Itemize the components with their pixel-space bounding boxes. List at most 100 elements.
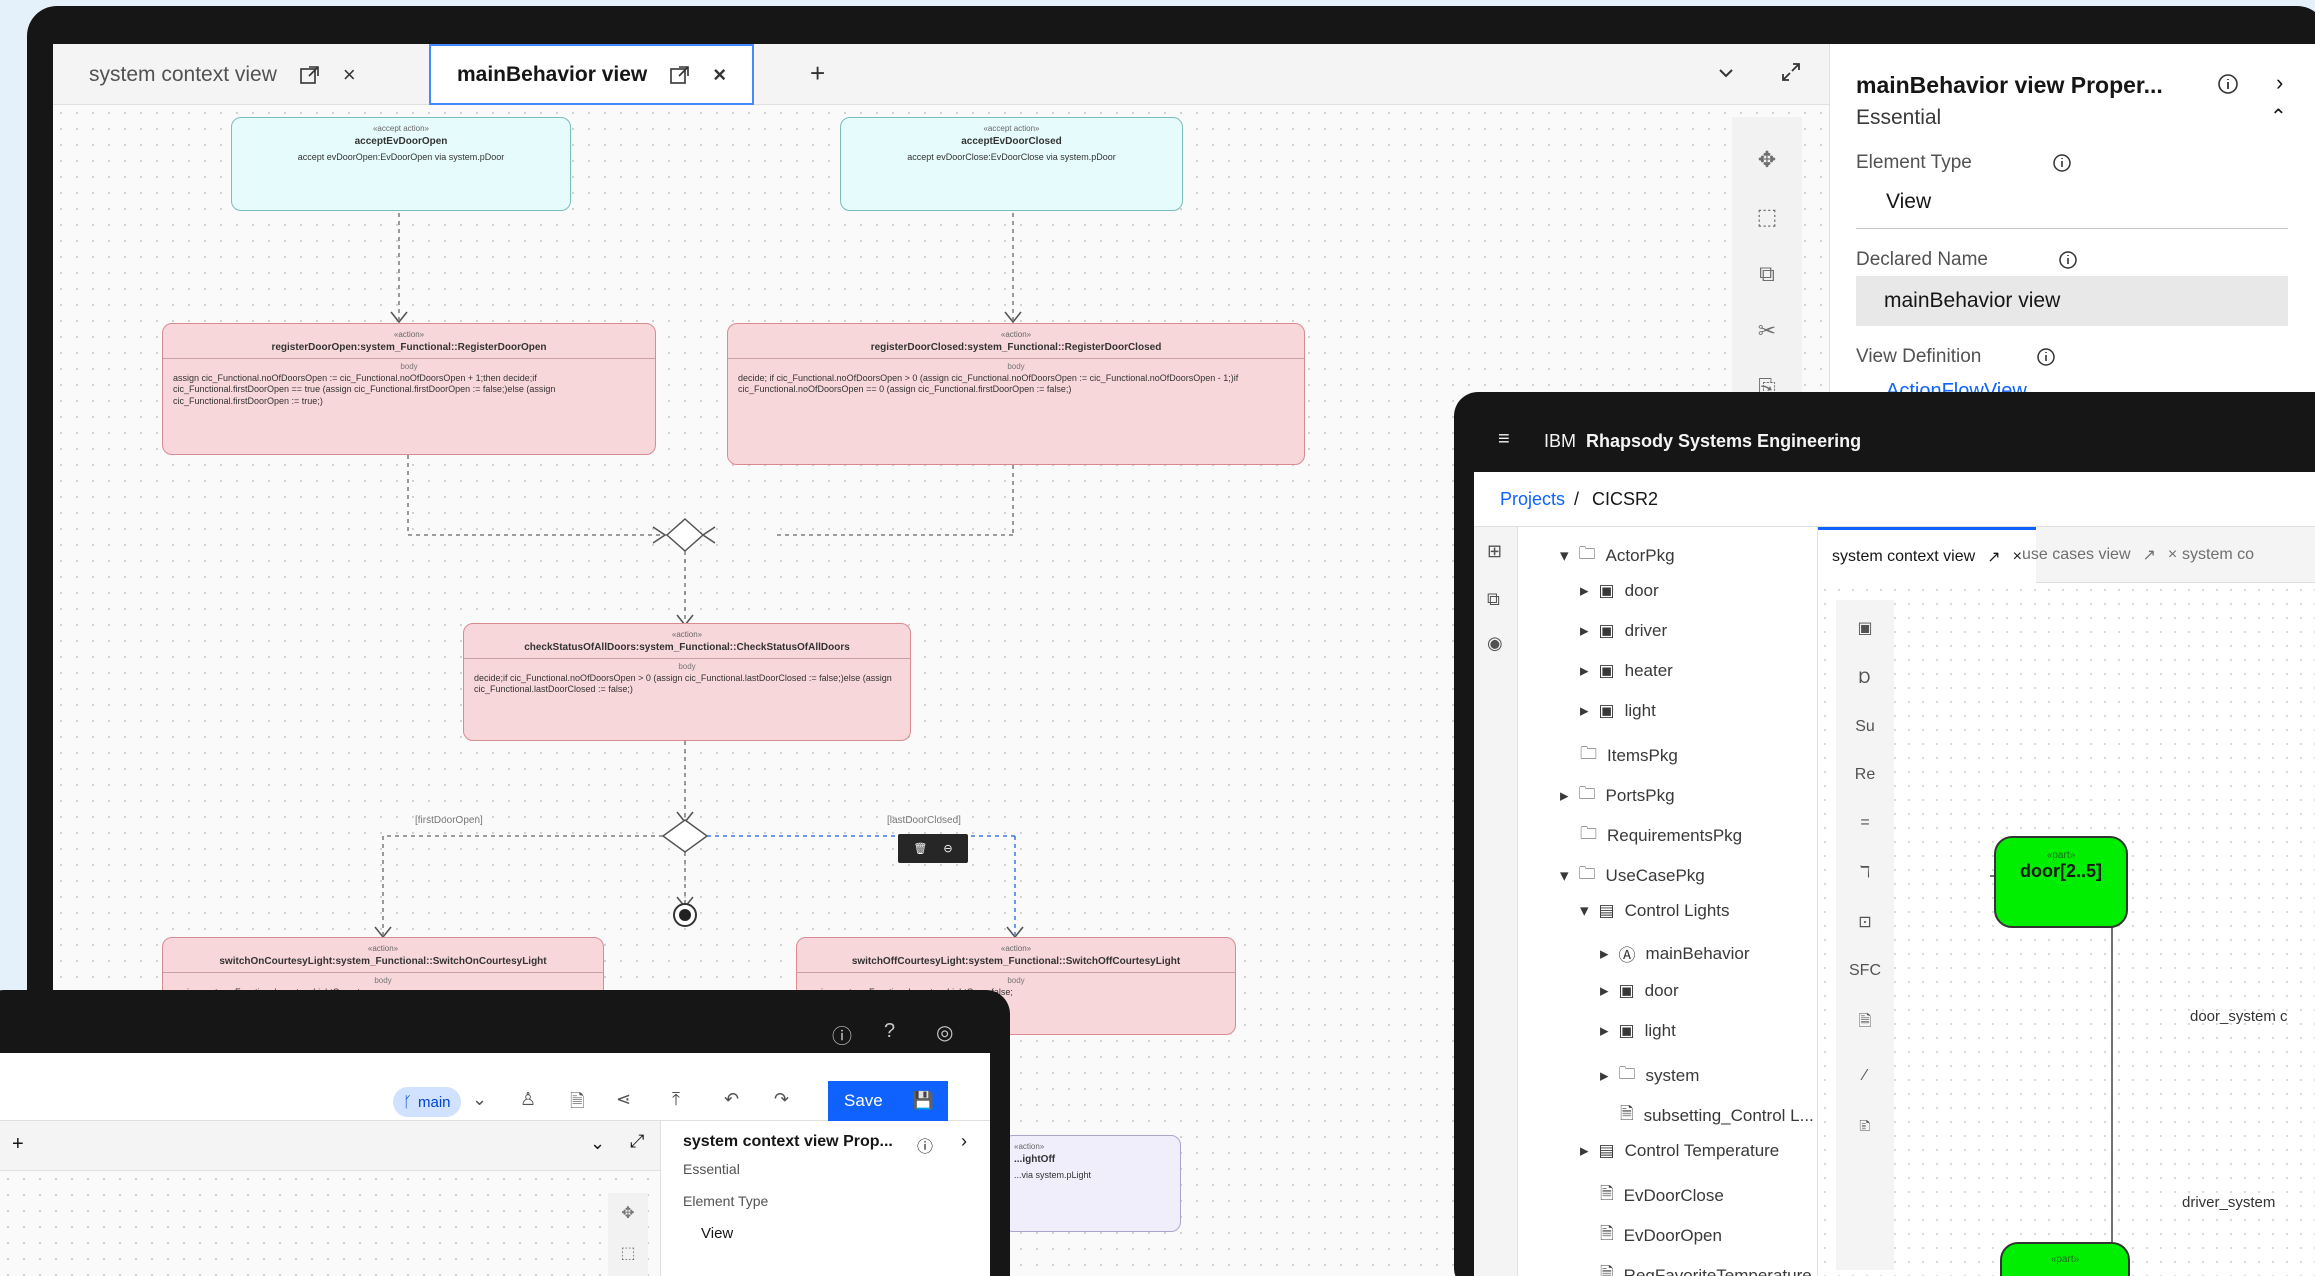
info-icon[interactable]: ⓘ	[917, 1133, 933, 1157]
caret-right-icon[interactable]: ▸	[1600, 981, 1609, 1001]
tree-item-evdoorclose[interactable]: 🗎 EvDoorClose	[1600, 1181, 1724, 1210]
equals-tool-icon[interactable]: =	[1860, 814, 1869, 832]
maximize-icon[interactable]	[1779, 60, 1803, 84]
chevron-right-icon[interactable]: ›	[2276, 70, 2283, 96]
upload-icon[interactable]: ⤒	[672, 1089, 680, 1110]
tree-item-subsetting[interactable]: 🗎 subsetting_Control L...	[1620, 1101, 1814, 1130]
tree-item-requirementspkg[interactable]: 🗀 RequirementsPkg	[1580, 821, 1742, 850]
tree-item-mainbehavior[interactable]: ▸ ⒶmainBehavior	[1600, 941, 1750, 966]
tree-item-actorpkg[interactable]: ▾ 🗀 ActorPkg	[1560, 541, 1675, 570]
user-avatar-icon[interactable]: ◎	[936, 1020, 953, 1045]
branch-selector[interactable]: ᚴ main	[393, 1087, 461, 1117]
close-tab-icon[interactable]: ×	[343, 62, 356, 88]
add-tab-button[interactable]: +	[12, 1133, 24, 1156]
tab-system-context-view-2[interactable]: system co	[2168, 527, 2268, 583]
note-tool-icon[interactable]: 🗈	[1859, 1115, 1871, 1142]
caret-right-icon[interactable]: ▸	[1580, 661, 1589, 681]
close-tab-icon[interactable]: ×	[713, 62, 726, 88]
accept-action-node[interactable]: «accept action» acceptEvDoorOpen accept …	[231, 117, 571, 211]
tab-system-context-view[interactable]: system context view ×	[63, 44, 382, 105]
document-icon[interactable]: 🗎	[570, 1089, 584, 1119]
chevron-right-icon[interactable]: ›	[961, 1131, 967, 1152]
add-tab-button[interactable]: +	[810, 58, 825, 89]
action-node[interactable]: «action» checkStatusOfAllDoors:system_Fu…	[463, 623, 911, 741]
item-tool-icon[interactable]: ⊡	[1858, 912, 1871, 932]
info-icon[interactable]	[2216, 72, 2240, 96]
tree-item-evdooropen[interactable]: 🗎 EvDoorOpen	[1600, 1221, 1722, 1250]
part-driver[interactable]: «part»	[2000, 1242, 2130, 1276]
document-tool-icon[interactable]: 🗎	[1859, 1010, 1872, 1037]
caret-down-icon[interactable]: ▾	[1560, 546, 1569, 566]
maximize-icon[interactable]: ⤢	[630, 1131, 644, 1152]
caret-right-icon[interactable]: ▸	[1600, 944, 1609, 964]
action-node[interactable]: «action» registerDoorOpen:system_Functio…	[162, 323, 656, 455]
connector-toolbar[interactable]: 🗑 ⊖	[898, 834, 968, 863]
connector-tool-icon[interactable]: ⁄	[1864, 1067, 1867, 1085]
tree-item-control-lights[interactable]: ▾ ▤ Control Lights	[1580, 901, 1730, 921]
chevron-down-icon[interactable]: ⌄	[590, 1133, 605, 1154]
port-tool-icon[interactable]: Ɒ	[1859, 668, 1872, 688]
caret-down-icon[interactable]: ▾	[1580, 901, 1589, 921]
tree-item-light[interactable]: ▸ ▣ light	[1580, 701, 1656, 721]
tree-item-itemspkg[interactable]: 🗀 ItemsPkg	[1580, 741, 1678, 770]
info-icon[interactable]	[2052, 153, 2072, 173]
share-icon[interactable]: ⋖	[616, 1089, 631, 1110]
tab-use-cases-view[interactable]: use cases view ↗ ×	[2008, 527, 2191, 583]
caret-down-icon[interactable]: ▾	[1560, 866, 1569, 886]
chevron-down-icon[interactable]	[1715, 62, 1737, 84]
tree-item-door[interactable]: ▸ ▣ door	[1580, 581, 1659, 601]
secondary-canvas[interactable]: ✥ ⬚	[0, 1171, 660, 1276]
remove-icon[interactable]: ⊖	[943, 842, 952, 855]
model-tree-icon[interactable]: ⊞	[1487, 541, 1502, 562]
redo-icon[interactable]: ↷	[774, 1089, 789, 1110]
tree-item-usecasepkg[interactable]: ▾ 🗀 UseCasePkg	[1560, 861, 1705, 890]
action-node[interactable]: «action» ...ightOff ...via system.pLight	[1003, 1135, 1181, 1232]
tree-item-driver[interactable]: ▸ ▣ driver	[1580, 621, 1667, 641]
info-icon[interactable]: ⓘ	[832, 1020, 852, 1049]
tree-item-reqfavoritetemperature[interactable]: 🗎 ReqFavoriteTemperature	[1600, 1261, 1812, 1276]
subsetting-tool[interactable]: Su	[1855, 718, 1875, 736]
select-icon[interactable]: ⬚	[1757, 204, 1778, 230]
info-icon[interactable]	[2036, 347, 2056, 367]
save-button[interactable]: Save 💾	[828, 1081, 948, 1121]
move-icon[interactable]: ✥	[1758, 147, 1776, 173]
caret-right-icon[interactable]: ▸	[1580, 581, 1589, 601]
open-in-new-window-icon[interactable]	[669, 64, 691, 86]
tree-item-portspkg[interactable]: ▸ 🗀 PortsPkg	[1560, 781, 1675, 810]
tree-item-control-temperature[interactable]: ▸ ▤ Control Temperature	[1580, 1141, 1779, 1161]
open-in-new-window-icon[interactable]: ↗	[2143, 545, 2156, 565]
diagram-icon[interactable]: ⧉	[1487, 589, 1500, 610]
action-node[interactable]: «action» registerDoorClosed:system_Funct…	[727, 323, 1305, 465]
caret-right-icon[interactable]: ▸	[1560, 786, 1569, 806]
tree-item-door[interactable]: ▸ ▣ door	[1600, 981, 1679, 1001]
caret-right-icon[interactable]: ▸	[1580, 701, 1589, 721]
open-in-new-window-icon[interactable]	[299, 64, 321, 86]
sfc-tool[interactable]: SFC	[1849, 962, 1881, 980]
tab-mainbehavior-view[interactable]: mainBehavior view ×	[429, 44, 755, 105]
declared-name-input[interactable]: mainBehavior view	[1856, 276, 2288, 326]
caret-right-icon[interactable]: ▸	[1580, 1141, 1589, 1161]
caret-right-icon[interactable]: ▸	[1600, 1066, 1609, 1086]
info-icon[interactable]	[2058, 250, 2078, 270]
globe-icon[interactable]: ◉	[1487, 633, 1503, 654]
chevron-up-icon[interactable]: ⌃	[2270, 104, 2287, 129]
help-icon[interactable]: ?	[884, 1020, 895, 1043]
tree-item-light[interactable]: ▸ ▣ light	[1600, 1021, 1676, 1041]
tab-system-context-view[interactable]: system context view ↗ ×	[1818, 527, 2036, 583]
scissors-icon[interactable]: ✂	[1758, 318, 1776, 344]
copy-icon[interactable]: ⧉	[1759, 261, 1775, 287]
tree-item-system[interactable]: ▸ 🗀 system	[1600, 1061, 1699, 1090]
accept-action-node[interactable]: «accept action» acceptEvDoorClosed accep…	[840, 117, 1183, 211]
run-icon[interactable]: ♙	[520, 1089, 536, 1110]
breadcrumb-projects-link[interactable]: Projects	[1500, 489, 1565, 510]
part-tool-icon[interactable]: ▣	[1857, 618, 1872, 638]
hamburger-menu-icon[interactable]: ≡	[1498, 428, 1510, 451]
caret-right-icon[interactable]: ▸	[1600, 1021, 1609, 1041]
bind-tool-icon[interactable]: ℸ	[1860, 862, 1870, 882]
part-door[interactable]: «part» door[2..5]	[1994, 836, 2128, 928]
undo-icon[interactable]: ↶	[724, 1089, 739, 1110]
redefine-tool[interactable]: Re	[1855, 766, 1875, 784]
delete-icon[interactable]: 🗑	[913, 842, 927, 855]
tree-item-heater[interactable]: ▸ ▣ heater	[1580, 661, 1673, 681]
move-icon[interactable]: ✥	[608, 1203, 648, 1223]
